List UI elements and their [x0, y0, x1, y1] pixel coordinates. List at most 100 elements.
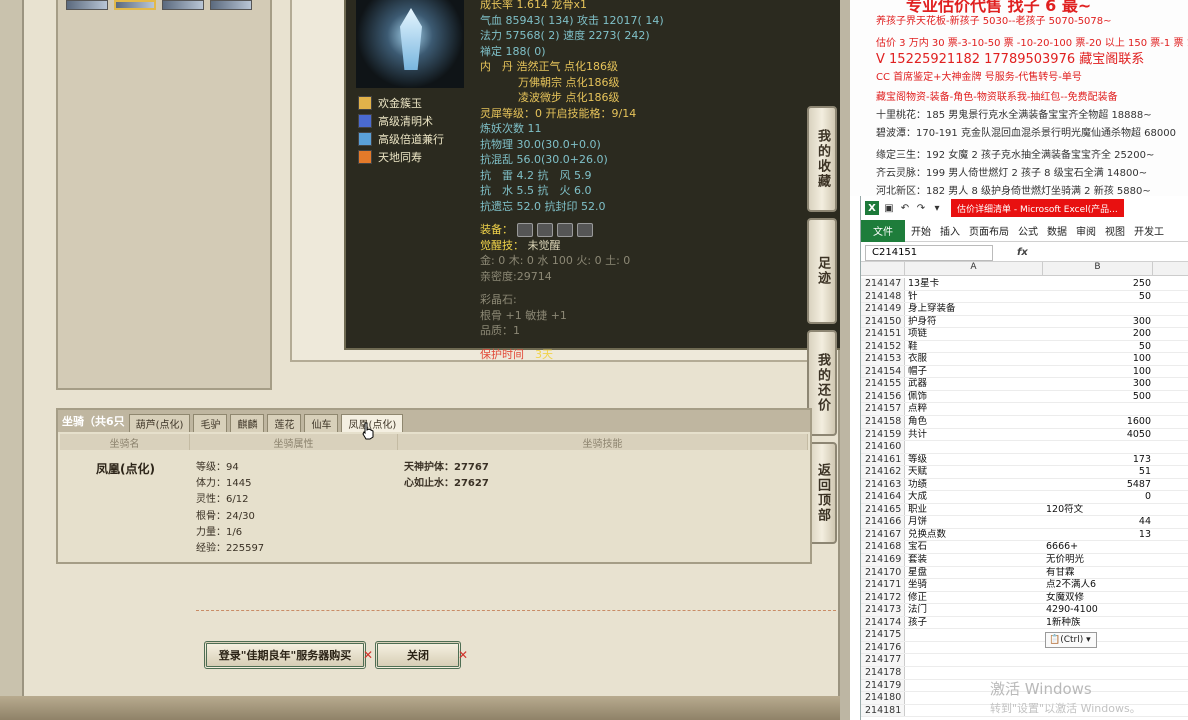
cell-a[interactable]: 帽子 [905, 366, 1043, 378]
equip-accessory-icon[interactable] [577, 222, 593, 237]
cell-b[interactable]: 无价明光 [1043, 554, 1153, 566]
cell-a[interactable]: 护身符 [905, 316, 1043, 328]
cell-a[interactable]: 职业 [905, 504, 1043, 516]
cell-a[interactable]: 大成 [905, 491, 1043, 503]
row-number[interactable]: 214162 [861, 466, 905, 478]
cell-b[interactable]: 173 [1043, 454, 1153, 466]
pet-skill-item[interactable]: 高级倍道兼行 [358, 130, 444, 148]
cell-b[interactable]: 4290-4100 [1043, 604, 1153, 616]
row-number[interactable]: 214160 [861, 441, 905, 453]
column-b-header[interactable]: B [1043, 262, 1153, 275]
login-buy-button[interactable]: 登录"佳期良年"服务器购买 ✕ [204, 641, 373, 669]
pet-thumb[interactable] [162, 0, 204, 10]
cell-a[interactable]: 星盘 [905, 567, 1043, 579]
row-number[interactable]: 214163 [861, 478, 905, 491]
undo-icon[interactable]: ↶ [899, 203, 911, 214]
ribbon-tab[interactable]: 审阅 [1076, 223, 1096, 238]
cell-a[interactable]: 项链 [905, 328, 1043, 340]
cell-a[interactable]: 身上穿装备 [905, 303, 1043, 315]
cell-b[interactable] [1043, 654, 1153, 666]
cell-b[interactable] [1043, 303, 1153, 315]
row-number[interactable]: 214174 [861, 616, 905, 629]
row-number[interactable]: 214147 [861, 278, 905, 290]
mount-tab[interactable]: 麒麟 [230, 414, 265, 432]
cell-b[interactable]: 点2不满人6 [1043, 579, 1153, 591]
cell-b[interactable]: 120符文 [1043, 504, 1153, 516]
name-box[interactable]: C214151 [865, 244, 993, 261]
ribbon-tab[interactable]: 数据 [1047, 223, 1067, 238]
ribbon-tab[interactable]: 开发工 [1134, 223, 1164, 238]
cell-a[interactable]: 兑换点数 [905, 529, 1043, 541]
cell-b[interactable]: 5487 [1043, 479, 1153, 491]
cell-a[interactable]: 13星卡 [905, 278, 1043, 290]
cell-a[interactable]: 针 [905, 291, 1043, 303]
row-number[interactable]: 214164 [861, 491, 905, 503]
row-number[interactable]: 214168 [861, 541, 905, 554]
cell-a[interactable] [905, 642, 1043, 654]
cell-b[interactable]: 50 [1043, 341, 1153, 353]
pet-skill-item[interactable]: 欢金簇玉 [358, 94, 444, 112]
cell-a[interactable]: 套装 [905, 554, 1043, 566]
row-number[interactable]: 214167 [861, 528, 905, 541]
redo-icon[interactable]: ↷ [915, 203, 927, 214]
row-number[interactable]: 214156 [861, 390, 905, 403]
cell-a[interactable]: 宝石 [905, 541, 1043, 553]
cell-a[interactable]: 衣服 [905, 353, 1043, 365]
row-number[interactable]: 214176 [861, 641, 905, 654]
paste-options-button[interactable]: 📋 (Ctrl) ▾ [1045, 632, 1097, 648]
pet-thumb[interactable] [210, 0, 252, 10]
cell-b[interactable]: 女魔双修 [1043, 592, 1153, 604]
side-button-favorites[interactable]: 我的收藏 [807, 106, 837, 212]
mount-tab[interactable]: 葫芦(点化) [128, 414, 191, 432]
mount-tab[interactable]: 莲花 [267, 414, 302, 432]
row-number[interactable]: 214180 [861, 692, 905, 704]
pet-thumb-selected[interactable] [114, 0, 156, 10]
row-number[interactable]: 214155 [861, 378, 905, 390]
game-scrollbar[interactable] [840, 0, 850, 720]
cell-a[interactable]: 孩子 [905, 617, 1043, 629]
cell-a[interactable] [905, 654, 1043, 666]
row-number[interactable]: 214178 [861, 666, 905, 679]
cell-b[interactable]: 0 [1043, 491, 1153, 503]
close-button[interactable]: 关闭 ✕ [375, 641, 468, 669]
cell-a[interactable]: 法门 [905, 604, 1043, 616]
fx-icon[interactable]: fx [1017, 247, 1028, 258]
row-number[interactable]: 214149 [861, 303, 905, 315]
mount-tab[interactable]: 仙车 [304, 414, 339, 432]
pet-thumb[interactable] [66, 0, 108, 10]
cell-b[interactable]: 500 [1043, 391, 1153, 403]
cell-a[interactable]: 点粹 [905, 403, 1043, 415]
row-number[interactable]: 214151 [861, 328, 905, 340]
cell-b[interactable]: 200 [1043, 328, 1153, 340]
row-number[interactable]: 214161 [861, 453, 905, 466]
row-number[interactable]: 214166 [861, 516, 905, 528]
cell-b[interactable] [1043, 403, 1153, 415]
cell-a[interactable]: 坐骑 [905, 579, 1043, 591]
cell-a[interactable]: 修正 [905, 592, 1043, 604]
mount-tab[interactable]: 毛驴 [193, 414, 228, 432]
row-number[interactable]: 214148 [861, 290, 905, 303]
row-number[interactable]: 214179 [861, 679, 905, 692]
cell-b[interactable]: 250 [1043, 278, 1153, 290]
row-number[interactable]: 214171 [861, 579, 905, 591]
row-number[interactable]: 214169 [861, 554, 905, 566]
cell-b[interactable]: 300 [1043, 378, 1153, 390]
cell-b[interactable]: 有甘霖 [1043, 567, 1153, 579]
row-number[interactable]: 214170 [861, 566, 905, 579]
row-number[interactable]: 214157 [861, 403, 905, 416]
cell-b[interactable] [1043, 441, 1153, 453]
cell-b[interactable]: 300 [1043, 316, 1153, 328]
equip-armor-icon[interactable] [557, 222, 573, 237]
row-number[interactable]: 214158 [861, 416, 905, 428]
row-number[interactable]: 214173 [861, 604, 905, 616]
cell-b[interactable]: 50 [1043, 291, 1153, 303]
cell-a[interactable]: 月饼 [905, 516, 1043, 528]
cell-a[interactable] [905, 629, 1043, 641]
cell-a[interactable]: 武器 [905, 378, 1043, 390]
row-number[interactable]: 214159 [861, 428, 905, 441]
row-number[interactable]: 214175 [861, 629, 905, 641]
row-number[interactable]: 214181 [861, 704, 905, 717]
cell-b[interactable]: 1新种族 [1043, 617, 1153, 629]
equip-ring-icon[interactable] [517, 222, 533, 237]
row-number[interactable]: 214153 [861, 353, 905, 365]
